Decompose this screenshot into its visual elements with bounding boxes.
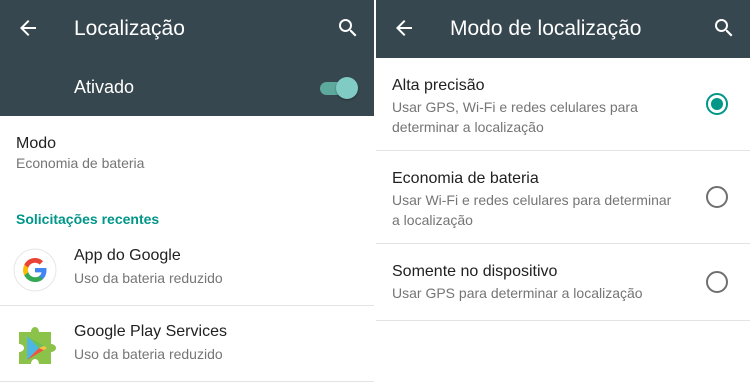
divider: [376, 150, 750, 151]
option-title: Somente no dispositivo: [392, 263, 558, 280]
toggle-thumb: [336, 77, 358, 99]
location-mode-screen: Modo de localização Alta precisão Usar G…: [376, 0, 750, 385]
divider: [376, 320, 750, 321]
mode-title: Modo: [16, 135, 57, 152]
mode-option-battery-saving[interactable]: Economia de bateria Usar Wi-Fi e redes c…: [376, 169, 750, 243]
page-title: Modo de localização: [450, 17, 642, 40]
divider: [0, 305, 374, 306]
divider: [376, 243, 750, 244]
mode-value: Economia de bateria: [16, 155, 145, 171]
radio-dot: [711, 98, 723, 110]
location-settings-screen: Localização Ativado Modo Economia de bat…: [0, 0, 374, 385]
option-line2: a localização: [392, 212, 473, 228]
mode-setting[interactable]: Modo Economia de bateria: [16, 134, 144, 172]
arrow-left-icon[interactable]: [392, 16, 416, 40]
radio-selected[interactable]: [706, 93, 728, 115]
radio-unselected[interactable]: [706, 186, 728, 208]
app-detail: Uso da bateria reduzido: [74, 270, 223, 286]
app-bar: Localização: [0, 0, 374, 58]
master-switch-label: Ativado: [74, 77, 135, 97]
page-title: Localização: [74, 17, 185, 40]
app-name: Google Play Services: [74, 323, 227, 340]
recent-app-play-services[interactable]: Google Play Services Uso da bateria redu…: [0, 314, 374, 385]
option-line1: Usar GPS para determinar a localização: [392, 285, 643, 301]
mode-option-device-only[interactable]: Somente no dispositivo Usar GPS para det…: [376, 262, 750, 320]
recent-requests-header: Solicitações recentes: [16, 211, 160, 227]
option-line2: determinar a localização: [392, 119, 544, 135]
option-title: Alta precisão: [392, 77, 485, 94]
option-text: Somente no dispositivo Usar GPS para det…: [392, 262, 692, 302]
app-name: App do Google: [74, 247, 181, 264]
search-icon[interactable]: [336, 16, 360, 40]
search-icon[interactable]: [712, 16, 736, 40]
arrow-left-icon[interactable]: [16, 16, 40, 40]
google-g-icon: [13, 248, 57, 292]
app-text: App do Google Uso da bateria reduzido: [74, 246, 223, 287]
app-bar: Modo de localização: [376, 0, 750, 58]
radio-unselected[interactable]: [706, 271, 728, 293]
option-line1: Usar Wi-Fi e redes celulares para determ…: [392, 192, 672, 208]
mode-option-high-accuracy[interactable]: Alta precisão Usar GPS, Wi-Fi e redes ce…: [376, 76, 750, 150]
recent-app-google[interactable]: App do Google Uso da bateria reduzido: [0, 238, 374, 314]
app-detail: Uso da bateria reduzido: [74, 346, 223, 362]
option-title: Economia de bateria: [392, 170, 539, 187]
app-text: Google Play Services Uso da bateria redu…: [74, 322, 227, 363]
play-services-puzzle-icon: [19, 327, 56, 364]
option-line1: Usar GPS, Wi-Fi e redes celulares para: [392, 99, 638, 115]
location-toggle[interactable]: [318, 77, 358, 99]
option-text: Economia de bateria Usar Wi-Fi e redes c…: [392, 169, 692, 229]
option-text: Alta precisão Usar GPS, Wi-Fi e redes ce…: [392, 76, 692, 136]
divider: [0, 381, 374, 382]
